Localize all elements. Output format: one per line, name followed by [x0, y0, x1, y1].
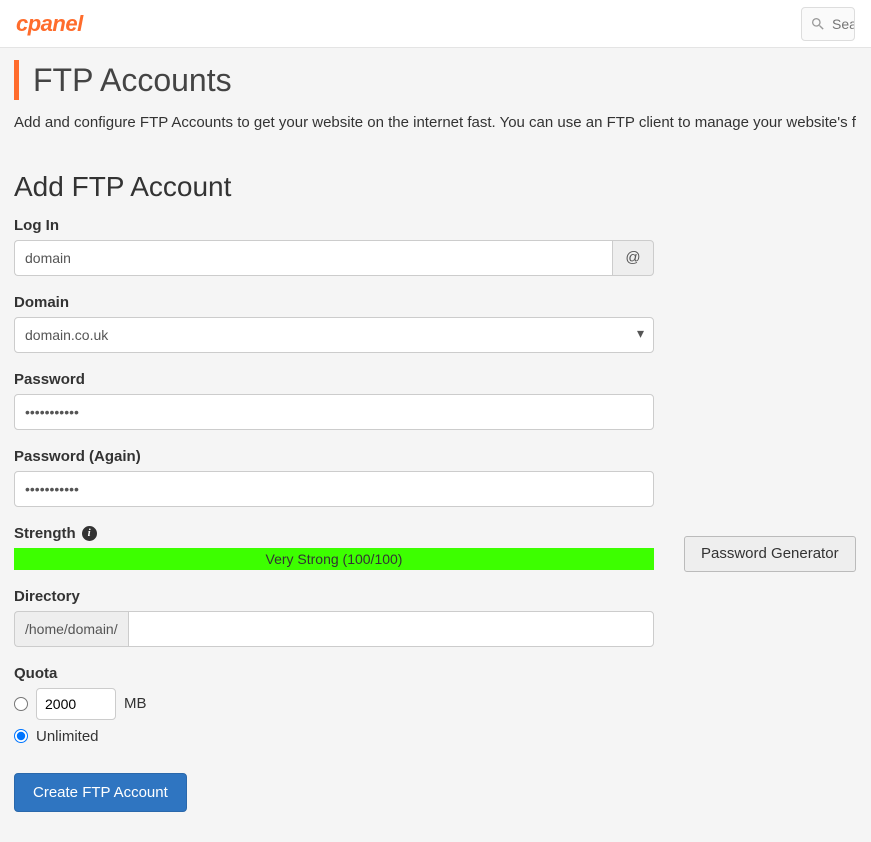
quota-label: Quota [14, 665, 857, 682]
directory-group: Directory /home/domain/ [14, 588, 857, 647]
password-again-group: Password (Again) [14, 448, 857, 507]
page-title: FTP Accounts [33, 62, 232, 99]
strength-group: Strength i Very Strong (100/100) Passwor… [14, 525, 857, 570]
password-label: Password [14, 371, 857, 388]
password-input[interactable] [14, 394, 654, 430]
page-description: Add and configure FTP Accounts to get yo… [14, 112, 857, 135]
login-input[interactable] [14, 240, 612, 276]
quota-size-input[interactable] [36, 688, 116, 720]
section-title: Add FTP Account [14, 171, 857, 203]
domain-select[interactable]: domain.co.uk [14, 317, 654, 353]
quota-unlimited-label: Unlimited [36, 728, 99, 745]
directory-prefix: /home/domain/ [14, 611, 128, 647]
title-row: FTP Accounts [14, 60, 857, 100]
quota-size-radio[interactable] [14, 697, 28, 711]
password-generator-button[interactable]: Password Generator [684, 536, 856, 572]
quota-group: Quota MB Unlimited [14, 665, 857, 745]
password-again-label: Password (Again) [14, 448, 857, 465]
cpanel-logo: cPanel [16, 11, 83, 37]
create-ftp-account-button[interactable]: Create FTP Account [14, 773, 187, 812]
domain-group: Domain domain.co.uk [14, 294, 857, 353]
directory-input[interactable] [128, 611, 654, 647]
strength-bar: Very Strong (100/100) [14, 548, 654, 570]
password-group: Password [14, 371, 857, 430]
title-accent-bar [14, 60, 19, 100]
at-addon[interactable]: @ [612, 240, 654, 276]
quota-unlimited-radio[interactable] [14, 729, 28, 743]
topbar: cPanel [0, 0, 871, 48]
search-icon [810, 16, 826, 32]
info-icon[interactable]: i [82, 526, 97, 541]
search-input[interactable] [832, 16, 855, 32]
search-box[interactable] [801, 7, 855, 41]
strength-label: Strength [14, 525, 76, 542]
domain-label: Domain [14, 294, 857, 311]
page-body: FTP Accounts Add and configure FTP Accou… [0, 48, 871, 842]
login-group: Log In @ [14, 217, 857, 276]
quota-unit: MB [124, 695, 147, 712]
password-again-input[interactable] [14, 471, 654, 507]
login-label: Log In [14, 217, 857, 234]
directory-label: Directory [14, 588, 857, 605]
